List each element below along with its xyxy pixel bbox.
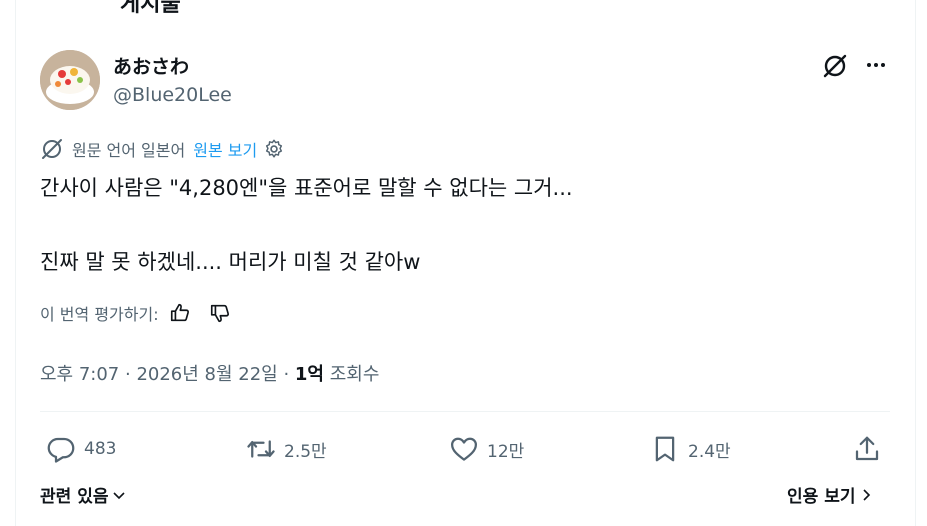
more-options-icon[interactable] bbox=[864, 53, 888, 77]
view-quotes-label: 인용 보기 bbox=[787, 487, 856, 507]
avatar[interactable] bbox=[40, 50, 100, 110]
view-quotes-link[interactable]: 인용 보기 bbox=[787, 482, 874, 507]
back-arrow-icon[interactable] bbox=[38, 0, 58, 4]
share-button[interactable] bbox=[852, 433, 890, 465]
like-button[interactable]: 12만 bbox=[449, 433, 524, 465]
post-text-line1: 간사이 사람은 "4,280엔"을 표준어로 말할 수 없다는 그거... bbox=[40, 176, 573, 200]
show-original-link[interactable]: 원본 보기 bbox=[193, 137, 257, 161]
rate-label: 이 번역 평가하기: bbox=[40, 305, 159, 324]
reply-count: 483 bbox=[84, 439, 117, 459]
related-dropdown[interactable]: 관련 있음 bbox=[40, 482, 127, 507]
post-meta: 오후 7:07 · 2026년 8월 22일 · 1억 조회수 bbox=[40, 360, 379, 386]
repost-count: 2.5만 bbox=[284, 441, 327, 462]
views-count: 1억 bbox=[294, 364, 324, 385]
post-time[interactable]: 오후 7:07 bbox=[40, 364, 119, 385]
chevron-right-icon bbox=[863, 488, 871, 501]
reply-icon bbox=[47, 437, 75, 463]
related-label: 관련 있음 bbox=[40, 487, 109, 507]
post-date[interactable]: 2026년 8월 22일 bbox=[136, 364, 277, 385]
cake-image bbox=[40, 50, 100, 110]
thumbs-up-icon[interactable] bbox=[169, 302, 191, 324]
translation-row: 원문 언어 일본어 원본 보기 bbox=[40, 136, 285, 162]
bookmark-button[interactable]: 2.4만 bbox=[650, 433, 731, 465]
translation-note: 원문 언어 일본어 bbox=[72, 141, 186, 160]
repost-icon bbox=[247, 440, 275, 458]
chevron-down-icon bbox=[113, 491, 126, 499]
bookmark-icon bbox=[655, 436, 675, 462]
like-count: 12만 bbox=[487, 441, 525, 462]
reply-button[interactable]: 483 bbox=[46, 433, 116, 465]
divider bbox=[40, 411, 890, 412]
share-icon bbox=[855, 436, 879, 461]
bookmark-count: 2.4만 bbox=[688, 441, 731, 462]
rate-translation-row: 이 번역 평가하기: bbox=[40, 300, 231, 326]
thumbs-down-icon[interactable] bbox=[209, 302, 231, 324]
views-label: 조회수 bbox=[324, 364, 380, 385]
translate-icon bbox=[42, 139, 62, 159]
author-handle[interactable]: @Blue20Lee bbox=[113, 84, 232, 106]
grok-icon[interactable] bbox=[822, 53, 848, 79]
author-name[interactable]: あおさわ bbox=[113, 52, 189, 79]
page-title: 게시물 bbox=[120, 0, 181, 17]
meta-separator: · bbox=[119, 364, 137, 385]
repost-button[interactable]: 2.5만 bbox=[246, 433, 327, 465]
gear-icon[interactable] bbox=[263, 138, 285, 160]
meta-separator: · bbox=[277, 364, 295, 385]
heart-icon bbox=[451, 437, 477, 461]
post-text-line2: 진짜 말 못 하겠네.... 머리가 미칠 것 같아w bbox=[40, 250, 421, 274]
